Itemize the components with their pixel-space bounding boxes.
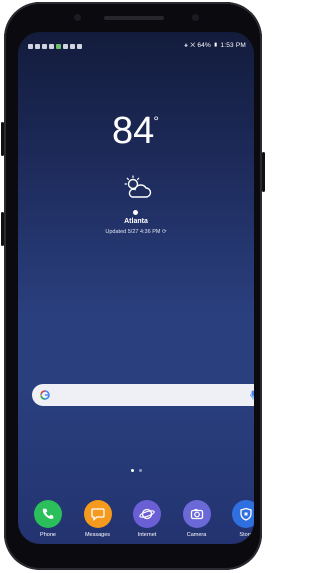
app-phone[interactable]: Phone [26,500,70,538]
home-screen: ⚹ ✕ 64% ▮ 1:53 PM 84° Atlanta Updated 5/… [18,32,254,544]
weather-updated-time[interactable]: Updated 5/27 4:36 PM ⟳ [18,229,254,235]
notification-icon [63,43,68,49]
partly-cloudy-icon [124,175,152,198]
temperature-value: 84 [112,110,155,152]
notification-icon [35,43,40,49]
phone-frame: ⚹ ✕ 64% ▮ 1:53 PM 84° Atlanta Updated 5/… [1,2,265,570]
mic-icon[interactable] [250,390,254,400]
camera-icon [182,500,211,528]
status-bar: ⚹ ✕ 64% ▮ 1:53 PM [28,40,246,52]
earpiece-speaker [104,16,164,20]
status-text: ⚹ ✕ 64% ▮ 1:53 PM [184,42,246,49]
app-label: Messages [84,532,111,538]
page-dot-active [130,469,134,472]
app-messages[interactable]: Messages [76,500,120,538]
weather-temperature[interactable]: 84° [18,112,254,150]
power-button [262,152,265,192]
google-search-bar[interactable] [32,384,254,406]
system-status: ⚹ ✕ 64% ▮ 1:53 PM [184,42,246,50]
app-dock: Phone Messages Internet Camera Store [26,500,254,538]
notification-icon [56,43,61,49]
app-store[interactable]: Store [224,500,254,538]
app-label: Camera [186,532,207,538]
internet-icon [133,500,161,528]
bixby-button [1,212,4,246]
sensor [192,14,199,21]
notification-icon [42,43,47,49]
volume-button [1,122,4,156]
notification-icon [77,43,82,49]
notification-icons [28,43,82,49]
notification-icon [28,43,33,49]
page-indicator [18,469,254,472]
location-pin-icon [133,210,138,215]
app-camera[interactable]: Camera [175,500,219,538]
app-label: Phone [40,532,56,538]
weather-location: Atlanta [124,218,148,225]
front-camera [74,14,81,21]
app-label: Store [239,532,253,538]
notification-icon [49,43,54,49]
app-internet[interactable]: Internet [125,500,169,538]
app-label: Internet [137,532,157,538]
google-g-icon [40,390,50,400]
degree-symbol: ° [153,113,159,129]
notification-icon [70,43,75,49]
store-icon [232,500,254,528]
phone-icon [34,500,62,528]
page-dot [138,469,142,472]
messages-icon [83,500,112,528]
